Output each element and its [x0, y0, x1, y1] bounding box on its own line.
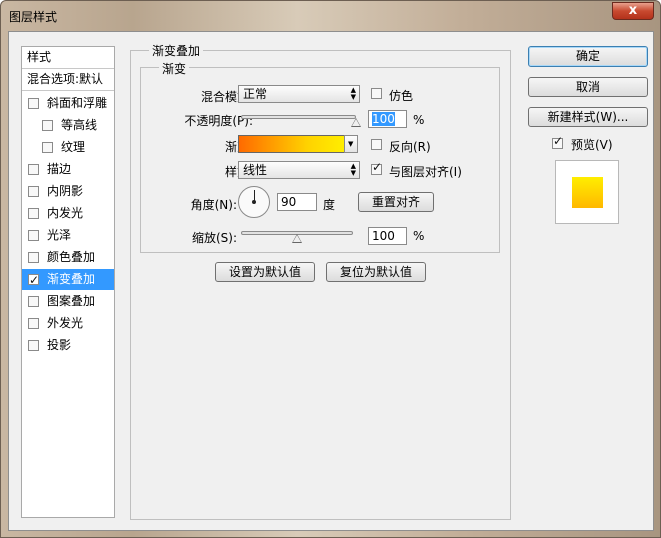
- panel-title: 渐变叠加: [149, 42, 204, 59]
- scale-unit: %: [413, 229, 425, 243]
- reverse-checkbox[interactable]: [371, 139, 382, 150]
- style-item-inner-glow[interactable]: 内发光: [22, 203, 114, 224]
- checkbox[interactable]: [28, 230, 39, 241]
- reverse-label: 反向(R): [389, 140, 431, 154]
- dialog-body: 样式 混合选项:默认 斜面和浮雕 等高线 纹理 描边 内阴影 内发光 光泽 颜色…: [8, 31, 654, 531]
- align-with-layer-label: 与图层对齐(I): [389, 165, 462, 179]
- angle-label: 角度(N):: [190, 198, 237, 212]
- style-item-drop-shadow[interactable]: 投影: [22, 335, 114, 356]
- style-item-texture[interactable]: 纹理: [22, 137, 114, 158]
- style-item-bevel-emboss[interactable]: 斜面和浮雕: [22, 93, 114, 114]
- scale-label: 缩放(S):: [191, 231, 237, 245]
- style-item-color-overlay[interactable]: 颜色叠加: [22, 247, 114, 268]
- scale-slider-thumb[interactable]: [292, 234, 302, 243]
- align-with-layer-checkbox[interactable]: [371, 160, 382, 175]
- style-item-contour[interactable]: 等高线: [22, 115, 114, 136]
- checkbox[interactable]: [28, 340, 39, 351]
- gradient-picker[interactable]: [238, 135, 345, 153]
- style-preview: [555, 160, 619, 224]
- window-title: 图层样式: [9, 10, 58, 24]
- preview-checkbox[interactable]: [552, 134, 563, 149]
- preview-label: 预览(V): [571, 138, 613, 152]
- checkbox[interactable]: [42, 120, 53, 131]
- angle-dial[interactable]: [238, 186, 270, 218]
- checkbox[interactable]: [28, 318, 39, 329]
- cancel-button[interactable]: 取消: [528, 77, 648, 97]
- checkbox[interactable]: [28, 270, 39, 291]
- opacity-input[interactable]: 100: [368, 110, 407, 128]
- checkbox[interactable]: [28, 186, 39, 197]
- preview-swatch: [572, 177, 603, 208]
- style-item-pattern-overlay[interactable]: 图案叠加: [22, 291, 114, 312]
- blending-options[interactable]: 混合选项:默认: [22, 69, 114, 91]
- layer-style-dialog: 图层样式 x 样式 混合选项:默认 斜面和浮雕 等高线 纹理 描边 内阴影 内发…: [0, 0, 661, 538]
- checkbox[interactable]: [28, 164, 39, 175]
- style-item-stroke[interactable]: 描边: [22, 159, 114, 180]
- gradient-dropdown[interactable]: ▼: [344, 135, 358, 153]
- styles-list: 样式 混合选项:默认 斜面和浮雕 等高线 纹理 描边 内阴影 内发光 光泽 颜色…: [21, 46, 115, 518]
- style-item-outer-glow[interactable]: 外发光: [22, 313, 114, 334]
- dither-label: 仿色: [389, 89, 414, 103]
- style-item-satin[interactable]: 光泽: [22, 225, 114, 246]
- style-item-inner-shadow[interactable]: 内阴影: [22, 181, 114, 202]
- opacity-slider[interactable]: [241, 115, 356, 119]
- checkbox[interactable]: [28, 296, 39, 307]
- set-default-button[interactable]: 设置为默认值: [215, 262, 315, 282]
- dropdown-arrow-icon: ▼: [348, 140, 354, 148]
- gradient-group-title: 渐变: [159, 60, 190, 77]
- opacity-slider-thumb[interactable]: [351, 118, 361, 127]
- checkbox[interactable]: [28, 252, 39, 263]
- scale-input[interactable]: 100: [368, 227, 407, 245]
- ok-button[interactable]: 确定: [528, 46, 648, 67]
- reset-default-button[interactable]: 复位为默认值: [326, 262, 426, 282]
- updown-arrows-icon: ▲ ▼: [350, 86, 356, 101]
- angle-unit: 度: [323, 198, 336, 212]
- close-icon: x: [628, 3, 638, 18]
- gradient-style-select[interactable]: 线性 ▲ ▼: [238, 161, 360, 179]
- styles-header[interactable]: 样式: [22, 47, 114, 69]
- close-button[interactable]: x: [612, 2, 654, 20]
- angle-dial-center: [252, 200, 256, 204]
- checkbox[interactable]: [42, 142, 53, 153]
- title-bar[interactable]: 图层样式 x: [1, 1, 660, 31]
- new-style-button[interactable]: 新建样式(W)...: [528, 107, 648, 127]
- updown-arrows-icon: ▲ ▼: [350, 162, 356, 177]
- angle-input[interactable]: 90: [277, 193, 317, 211]
- checkbox[interactable]: [28, 208, 39, 219]
- style-item-gradient-overlay[interactable]: 渐变叠加: [22, 269, 114, 291]
- reset-alignment-button[interactable]: 重置对齐: [358, 192, 434, 212]
- blend-mode-select[interactable]: 正常 ▲ ▼: [238, 85, 360, 103]
- dither-checkbox[interactable]: [371, 88, 382, 99]
- opacity-unit: %: [413, 113, 425, 127]
- checkbox[interactable]: [28, 98, 39, 109]
